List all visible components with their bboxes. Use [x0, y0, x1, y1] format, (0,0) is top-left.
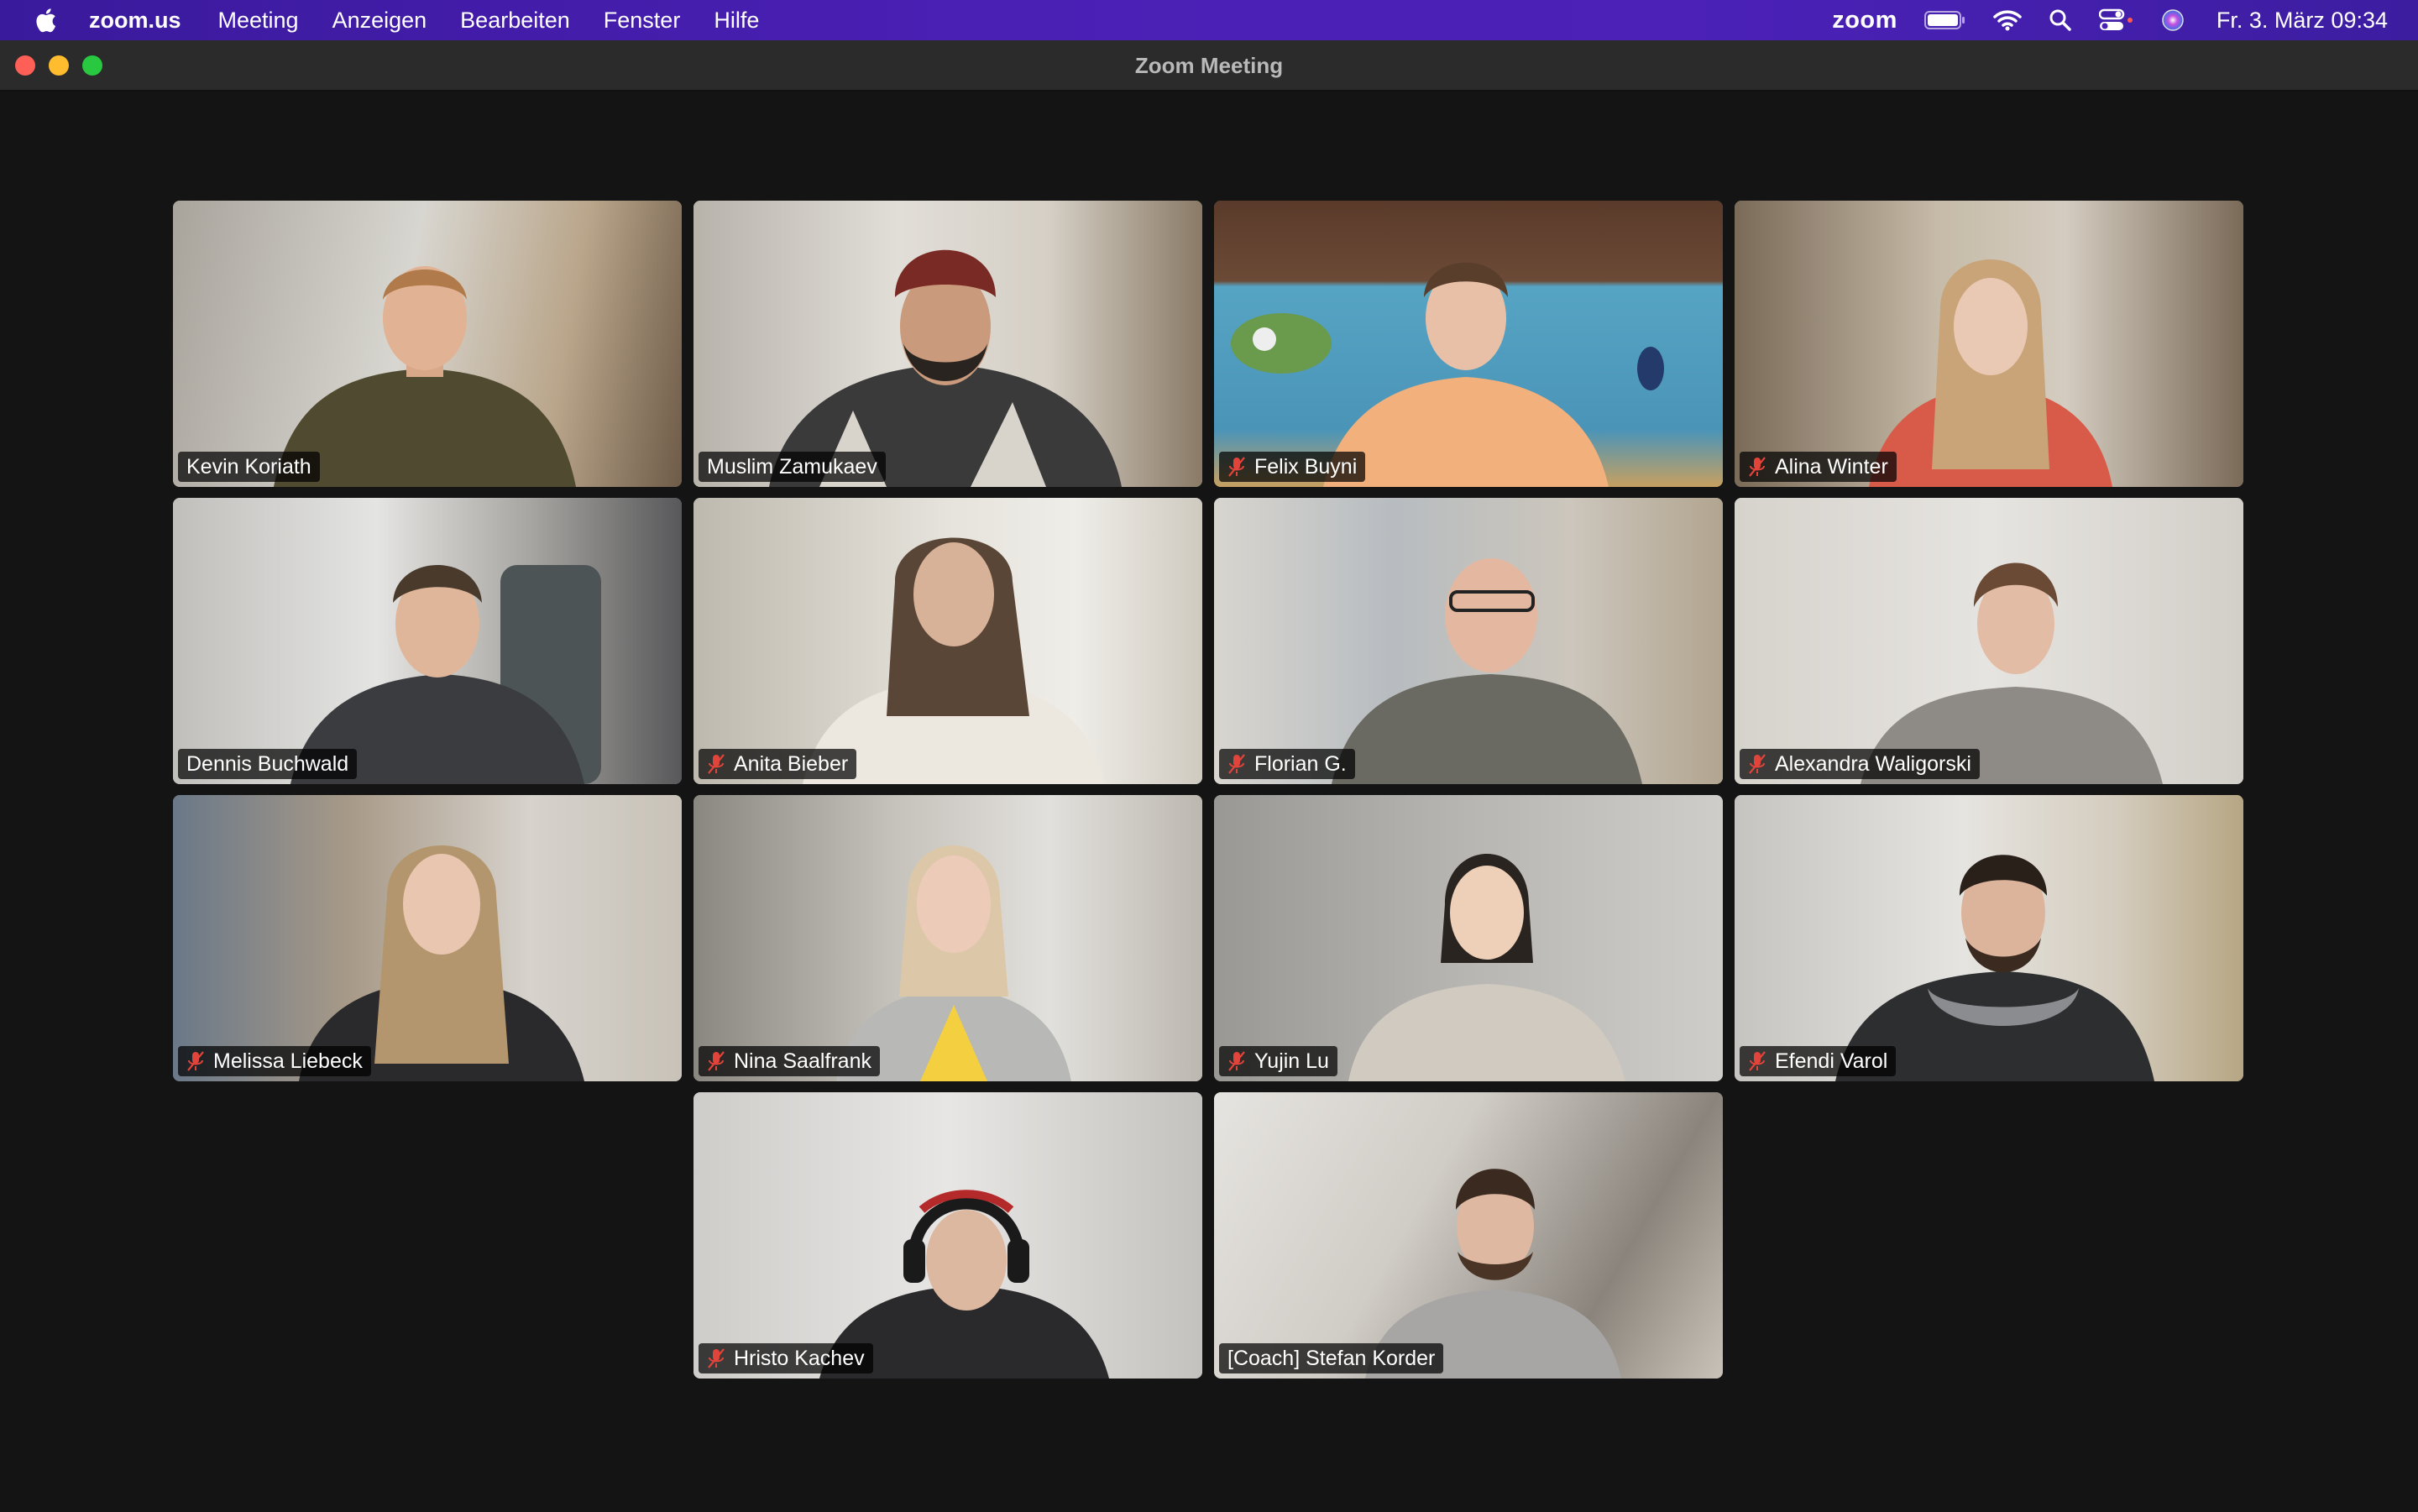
zoom-status-item[interactable]: zoom	[1832, 7, 1897, 34]
participant-video	[819, 1190, 1109, 1379]
participant-video	[274, 266, 576, 487]
video-tile-alexandra-waligorski[interactable]: Alexandra Waligorski	[1735, 498, 2243, 784]
video-tile-muslim-zamukaev[interactable]: Muslim Zamukaev	[693, 201, 1202, 487]
video-tile-florian-g[interactable]: Florian G.	[1214, 498, 1723, 784]
participant-name: Florian G.	[1254, 752, 1347, 776]
participant-name: Nina Saalfrank	[734, 1049, 871, 1073]
participant-nameplate: Kevin Koriath	[178, 452, 320, 482]
participant-video	[1835, 855, 2154, 1081]
mic-muted-icon	[1228, 457, 1245, 477]
mic-muted-icon	[1228, 754, 1245, 774]
participant-name: Kevin Koriath	[186, 455, 311, 479]
siri-icon[interactable]	[2161, 8, 2185, 32]
mic-muted-icon	[187, 1051, 204, 1071]
participant-video	[769, 249, 1122, 487]
participant-nameplate: Yujin Lu	[1219, 1046, 1337, 1076]
participant-video	[1861, 562, 2163, 784]
participant-name: [Coach] Stefan Korder	[1227, 1347, 1436, 1370]
video-tile-dennis-buchwald[interactable]: Dennis Buchwald	[173, 498, 682, 784]
window-titlebar[interactable]: Zoom Meeting	[0, 41, 2418, 92]
menu-meeting[interactable]: Meeting	[218, 8, 299, 34]
participant-nameplate: Muslim Zamukaev	[699, 452, 886, 482]
participant-nameplate: Alexandra Waligorski	[1740, 749, 1980, 779]
participant-nameplate: Felix Buyni	[1219, 452, 1366, 482]
window-title: Zoom Meeting	[1134, 53, 1284, 78]
video-tile-efendi-varol[interactable]: Efendi Varol	[1735, 795, 2243, 1081]
participant-name: Yujin Lu	[1254, 1049, 1329, 1073]
menu-fenster[interactable]: Fenster	[604, 8, 681, 34]
menu-app-name[interactable]: zoom.us	[89, 8, 181, 34]
video-tile-anita-bieber[interactable]: Anita Bieber	[693, 498, 1202, 784]
participant-name: Efendi Varol	[1775, 1049, 1888, 1073]
participant-nameplate: [Coach] Stefan Korder	[1219, 1343, 1444, 1373]
video-tile-yujin-lu[interactable]: Yujin Lu	[1214, 795, 1723, 1081]
participant-video	[1332, 558, 1642, 784]
menu-hilfe[interactable]: Hilfe	[714, 8, 759, 34]
participant-nameplate: Dennis Buchwald	[178, 749, 358, 779]
participant-video	[290, 565, 601, 784]
menu-bearbeiten[interactable]: Bearbeiten	[460, 8, 570, 34]
participant-name: Melissa Liebeck	[213, 1049, 363, 1073]
video-tile-stefan-korder[interactable]: [Coach] Stefan Korder	[1214, 1092, 1723, 1379]
participant-name: Alexandra Waligorski	[1775, 752, 1971, 776]
video-tile-hristo-kachev[interactable]: Hristo Kachev	[693, 1092, 1202, 1379]
video-tile-melissa-liebeck[interactable]: Melissa Liebeck	[173, 795, 682, 1081]
participant-video	[299, 845, 584, 1081]
participant-video	[1231, 262, 1664, 487]
participant-video	[1365, 1169, 1621, 1379]
menubar-clock[interactable]: Fr. 3. März 09:34	[2216, 8, 2388, 34]
wifi-icon[interactable]	[1993, 9, 2022, 31]
participant-nameplate: Nina Saalfrank	[699, 1046, 880, 1076]
battery-icon[interactable]	[1923, 10, 1966, 30]
menu-anzeigen[interactable]: Anzeigen	[332, 8, 427, 34]
participant-name: Muslim Zamukaev	[707, 455, 877, 479]
mic-muted-icon	[1228, 1051, 1245, 1071]
spotlight-search-icon[interactable]	[2049, 8, 2072, 32]
participant-nameplate: Florian G.	[1219, 749, 1355, 779]
video-tile-nina-saalfrank[interactable]: Nina Saalfrank	[693, 795, 1202, 1081]
mic-muted-icon	[708, 1348, 725, 1368]
control-center-icon[interactable]	[2098, 8, 2134, 32]
participant-video	[1348, 854, 1625, 1081]
participant-name: Dennis Buchwald	[186, 752, 349, 776]
mic-muted-icon	[708, 754, 725, 774]
participant-name: Felix Buyni	[1254, 455, 1358, 479]
participant-nameplate: Hristo Kachev	[699, 1343, 873, 1373]
gallery-view: Kevin Koriath Muslim Zamukaev Felix Buyn…	[0, 92, 2418, 1512]
participant-name: Anita Bieber	[734, 752, 849, 776]
video-tile-alina-winter[interactable]: Alina Winter	[1735, 201, 2243, 487]
participant-nameplate: Efendi Varol	[1740, 1046, 1897, 1076]
participant-name: Hristo Kachev	[734, 1347, 865, 1370]
participant-nameplate: Anita Bieber	[699, 749, 857, 779]
participant-name: Alina Winter	[1775, 455, 1888, 479]
video-tile-felix-buyni[interactable]: Felix Buyni	[1214, 201, 1723, 487]
video-tile-kevin-koriath[interactable]: Kevin Koriath	[173, 201, 682, 487]
participant-video	[836, 845, 1071, 1081]
apple-icon[interactable]	[32, 6, 57, 34]
mic-muted-icon	[708, 1051, 725, 1071]
participant-video	[1869, 259, 2112, 487]
mic-muted-icon	[1749, 754, 1766, 774]
mic-muted-icon	[1749, 457, 1766, 477]
participant-nameplate: Alina Winter	[1740, 452, 1897, 482]
zoom-meeting-window: Zoom Meeting Kevin Koriath Muslim Zamuka…	[0, 40, 2418, 1512]
participant-nameplate: Melissa Liebeck	[178, 1046, 371, 1076]
menu-bar: zoom.us Meeting Anzeigen Bearbeiten Fens…	[0, 0, 2418, 40]
participant-video	[803, 537, 1105, 784]
mic-muted-icon	[1749, 1051, 1766, 1071]
